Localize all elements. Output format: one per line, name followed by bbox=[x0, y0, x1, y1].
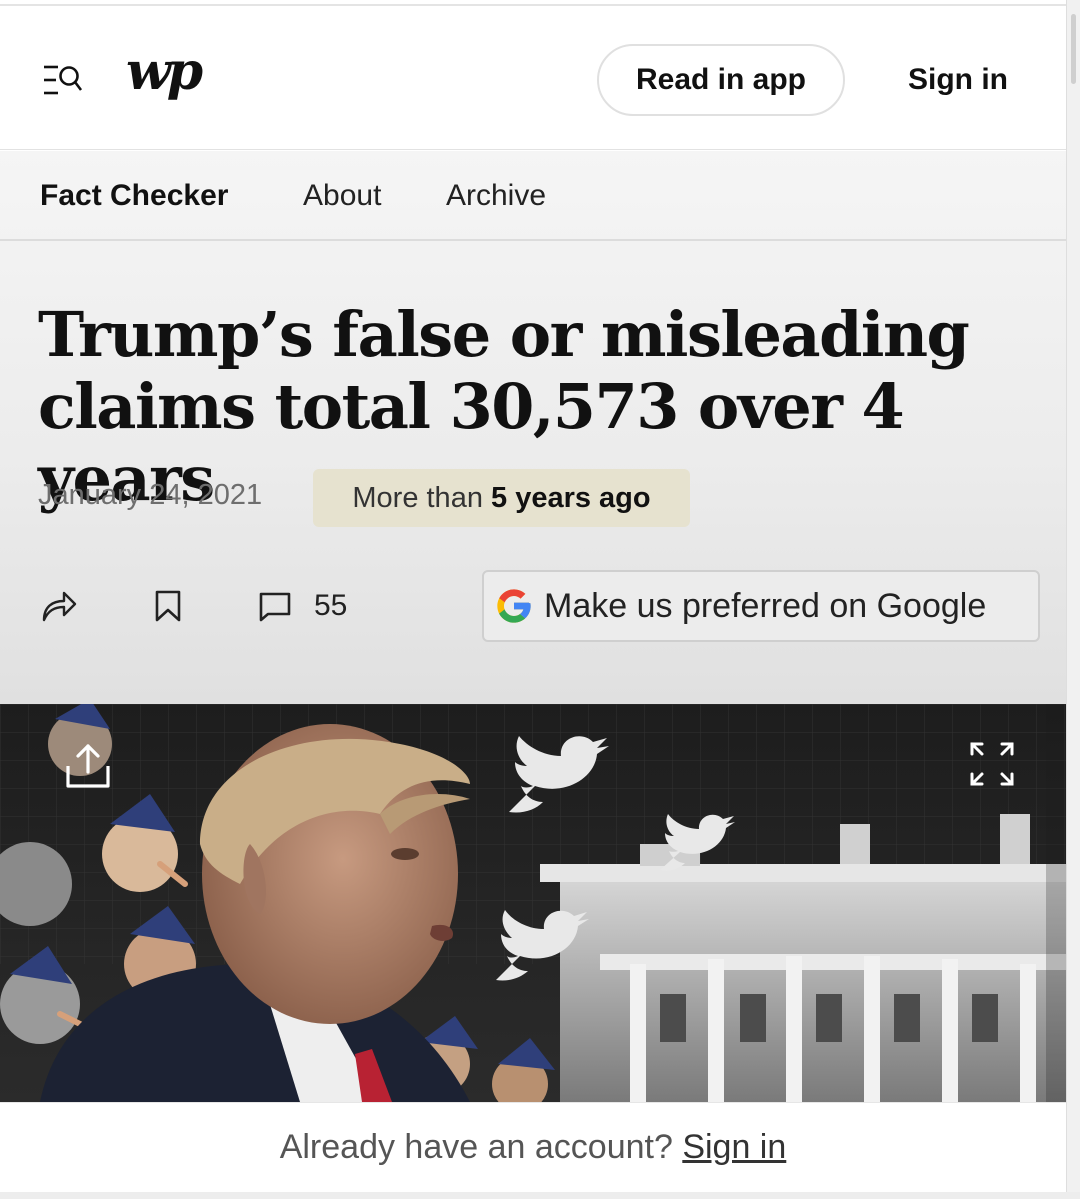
google-preferred-button[interactable]: Make us preferred on Google bbox=[482, 570, 1040, 642]
menu-search-icon[interactable] bbox=[40, 62, 86, 98]
read-in-app-button[interactable]: Read in app bbox=[597, 44, 845, 116]
section-nav: Fact Checker About Archive bbox=[0, 151, 1066, 241]
google-preferred-label: Make us preferred on Google bbox=[544, 586, 987, 625]
nav-item-archive[interactable]: Archive bbox=[446, 179, 546, 213]
sign-in-button[interactable]: Sign in bbox=[878, 44, 1038, 116]
share-arrow-icon[interactable] bbox=[40, 589, 78, 628]
article-hero-image[interactable] bbox=[0, 704, 1066, 1102]
nav-item-about[interactable]: About bbox=[303, 179, 381, 213]
article-age-badge: More than 5 years ago bbox=[313, 469, 690, 527]
publish-date: January 24, 2021 bbox=[38, 479, 263, 511]
sign-in-prompt: Already have an account? Sign in bbox=[0, 1102, 1066, 1192]
google-g-icon bbox=[497, 589, 531, 623]
comment-icon[interactable] bbox=[258, 591, 292, 628]
site-header: wp Read in app Sign in bbox=[0, 8, 1066, 150]
scrollbar[interactable] bbox=[1066, 0, 1080, 1199]
article-header: Fact Checker About Archive Trump’s false… bbox=[0, 151, 1066, 704]
top-frame-edge bbox=[0, 0, 1080, 6]
comment-count[interactable]: 55 bbox=[314, 589, 347, 623]
scrollbar-thumb[interactable] bbox=[1071, 14, 1076, 84]
bookmark-icon[interactable] bbox=[154, 589, 182, 628]
washington-post-logo[interactable]: wp bbox=[126, 46, 203, 98]
expand-icon[interactable] bbox=[966, 738, 1018, 790]
footer-sign-in-link[interactable]: Sign in bbox=[682, 1128, 786, 1167]
bottom-edge bbox=[0, 1192, 1080, 1199]
sign-in-prompt-text: Already have an account? bbox=[279, 1128, 683, 1166]
age-badge-prefix: More than bbox=[352, 481, 492, 514]
age-badge-emphasis: 5 years ago bbox=[491, 481, 651, 514]
nav-item-fact-checker[interactable]: Fact Checker bbox=[40, 179, 228, 213]
upload-share-icon[interactable] bbox=[62, 740, 114, 792]
